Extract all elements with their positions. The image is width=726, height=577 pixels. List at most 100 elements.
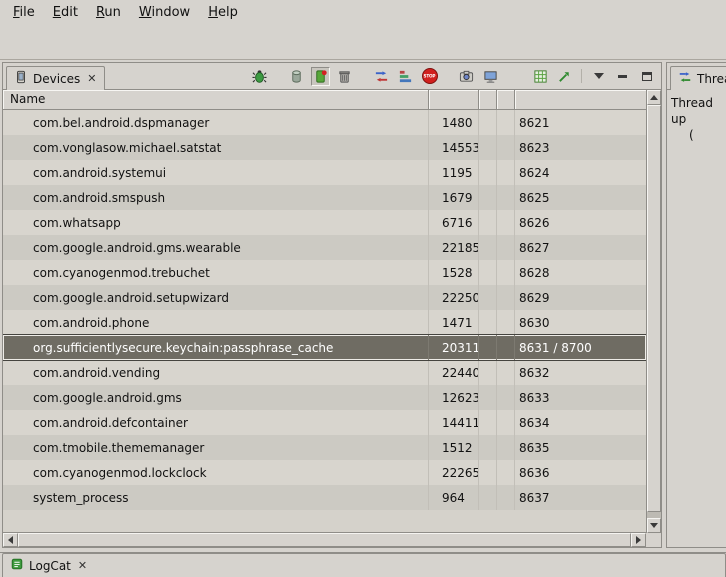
device-port: 8626 xyxy=(519,216,550,230)
device-name: com.bel.android.dspmanager xyxy=(33,116,209,130)
table-row[interactable]: org.sufficientlysecure.keychain:passphra… xyxy=(3,335,646,360)
table-row[interactable]: com.google.android.gms 12623 8633 xyxy=(3,385,646,410)
table-row[interactable]: com.vonglasow.michael.satstat 14553 8623 xyxy=(3,135,646,160)
table-row[interactable]: com.cyanogenmod.trebuchet 1528 8628 xyxy=(3,260,646,285)
device-name: com.tmobile.thememanager xyxy=(33,441,204,455)
device-pid: 1480 xyxy=(442,116,473,130)
horizontal-scroll-track xyxy=(18,533,631,547)
table-row[interactable]: com.cyanogenmod.lockclock 22265 8636 xyxy=(3,460,646,485)
table-row[interactable]: com.android.smspush 1679 8625 xyxy=(3,185,646,210)
vertical-scrollbar xyxy=(646,90,661,533)
horizontal-scroll-thumb[interactable] xyxy=(18,533,631,547)
column-header-name[interactable]: Name xyxy=(3,90,429,110)
device-port: 8631 / 8700 xyxy=(519,341,592,355)
main-toolbar xyxy=(0,25,726,60)
device-name: com.android.smspush xyxy=(33,191,165,205)
devices-panel: Devices ✕ xyxy=(2,62,662,548)
device-name: com.whatsapp xyxy=(33,216,121,230)
device-name: com.cyanogenmod.lockclock xyxy=(33,466,207,480)
column-header-3[interactable] xyxy=(479,90,497,110)
stop-process-icon[interactable]: STOP xyxy=(420,67,439,86)
column-header-4[interactable] xyxy=(497,90,515,110)
devices-tab-label: Devices xyxy=(33,72,80,86)
scroll-right-button[interactable] xyxy=(631,533,646,547)
devices-toolbar: STOP xyxy=(250,63,661,89)
vertical-scroll-track xyxy=(647,105,661,518)
device-pid: 14553 xyxy=(442,141,479,155)
device-name: com.google.android.gms.wearable xyxy=(33,241,241,255)
device-port: 8636 xyxy=(519,466,550,480)
scroll-left-button[interactable] xyxy=(3,533,18,547)
update-heap-icon[interactable] xyxy=(287,67,306,86)
devices-tabbar: Devices ✕ xyxy=(3,63,661,90)
start-opengl-trace-icon[interactable] xyxy=(555,67,574,86)
device-name: com.android.phone xyxy=(33,316,149,330)
logcat-tab-icon xyxy=(10,557,24,574)
table-row[interactable]: com.android.vending 22440 8632 xyxy=(3,360,646,385)
threads-message: Thread up ( xyxy=(667,90,726,143)
tab-devices[interactable]: Devices ✕ xyxy=(6,66,105,90)
start-method-profiling-icon[interactable] xyxy=(396,67,415,86)
close-icon[interactable]: ✕ xyxy=(87,72,96,85)
table-row[interactable]: com.google.android.gms.wearable 22185 86… xyxy=(3,235,646,260)
device-port: 8634 xyxy=(519,416,550,430)
scroll-up-button[interactable] xyxy=(647,90,661,105)
device-name: com.vonglasow.michael.satstat xyxy=(33,141,221,155)
threads-tab-icon xyxy=(678,70,692,87)
devices-tab-icon xyxy=(14,70,28,87)
menu-file[interactable]: File xyxy=(4,2,44,23)
table-row[interactable]: com.google.android.setupwizard 22250 862… xyxy=(3,285,646,310)
device-name: com.google.android.setupwizard xyxy=(33,291,229,305)
main-area: Devices ✕ xyxy=(0,60,726,550)
device-name: com.android.defcontainer xyxy=(33,416,188,430)
tab-logcat[interactable]: LogCat ✕ xyxy=(2,553,726,577)
capture-systrace-icon[interactable] xyxy=(531,67,550,86)
horizontal-scrollbar xyxy=(3,532,646,547)
device-name: com.android.systemui xyxy=(33,166,166,180)
menu-help[interactable]: Help xyxy=(199,2,247,23)
device-port: 8632 xyxy=(519,366,550,380)
table-row[interactable]: system_process 964 8637 xyxy=(3,485,646,510)
screen-record-icon[interactable] xyxy=(481,67,500,86)
device-pid: 12623 xyxy=(442,391,479,405)
column-header-port[interactable] xyxy=(515,90,646,110)
table-row[interactable]: com.android.phone 1471 8630 xyxy=(3,310,646,335)
device-port: 8633 xyxy=(519,391,550,405)
update-threads-icon[interactable] xyxy=(372,67,391,86)
menu-bar: FileEditRunWindowHelp xyxy=(0,0,726,25)
tab-threads[interactable]: Threads xyxy=(670,66,726,90)
device-name: com.google.android.gms xyxy=(33,391,182,405)
device-port: 8625 xyxy=(519,191,550,205)
table-row[interactable]: com.whatsapp 6716 8626 xyxy=(3,210,646,235)
device-port: 8628 xyxy=(519,266,550,280)
view-menu-icon[interactable] xyxy=(589,67,608,86)
table-row[interactable]: com.bel.android.dspmanager 1480 8621 xyxy=(3,110,646,135)
cause-gc-icon[interactable] xyxy=(335,67,354,86)
screen-capture-icon[interactable] xyxy=(457,67,476,86)
show-heap-updates-icon[interactable] xyxy=(311,67,330,86)
device-pid: 964 xyxy=(442,491,465,505)
table-row[interactable]: com.android.systemui 1195 8624 xyxy=(3,160,646,185)
device-port: 8630 xyxy=(519,316,550,330)
vertical-scroll-thumb[interactable] xyxy=(647,105,661,512)
device-pid: 1528 xyxy=(442,266,473,280)
device-port: 8629 xyxy=(519,291,550,305)
device-pid: 22265 xyxy=(442,466,479,480)
minimize-icon[interactable] xyxy=(613,67,632,86)
scroll-down-button[interactable] xyxy=(647,518,661,533)
table-row[interactable]: com.tmobile.thememanager 1512 8635 xyxy=(3,435,646,460)
debug-icon[interactable] xyxy=(250,67,269,86)
device-port: 8635 xyxy=(519,441,550,455)
menu-edit[interactable]: Edit xyxy=(44,2,87,23)
device-table-body: com.bel.android.dspmanager 1480 8621 com… xyxy=(3,110,646,534)
menu-window[interactable]: Window xyxy=(130,2,199,23)
table-row[interactable]: com.android.defcontainer 14411 8634 xyxy=(3,410,646,435)
stop-label: STOP xyxy=(424,74,436,79)
column-header-pid[interactable] xyxy=(429,90,479,110)
close-icon[interactable]: ✕ xyxy=(78,559,87,572)
device-pid: 20311 xyxy=(442,341,479,355)
menu-run[interactable]: Run xyxy=(87,2,130,23)
maximize-icon[interactable] xyxy=(637,67,656,86)
device-port: 8623 xyxy=(519,141,550,155)
device-name: org.sufficientlysecure.keychain:passphra… xyxy=(33,341,333,355)
